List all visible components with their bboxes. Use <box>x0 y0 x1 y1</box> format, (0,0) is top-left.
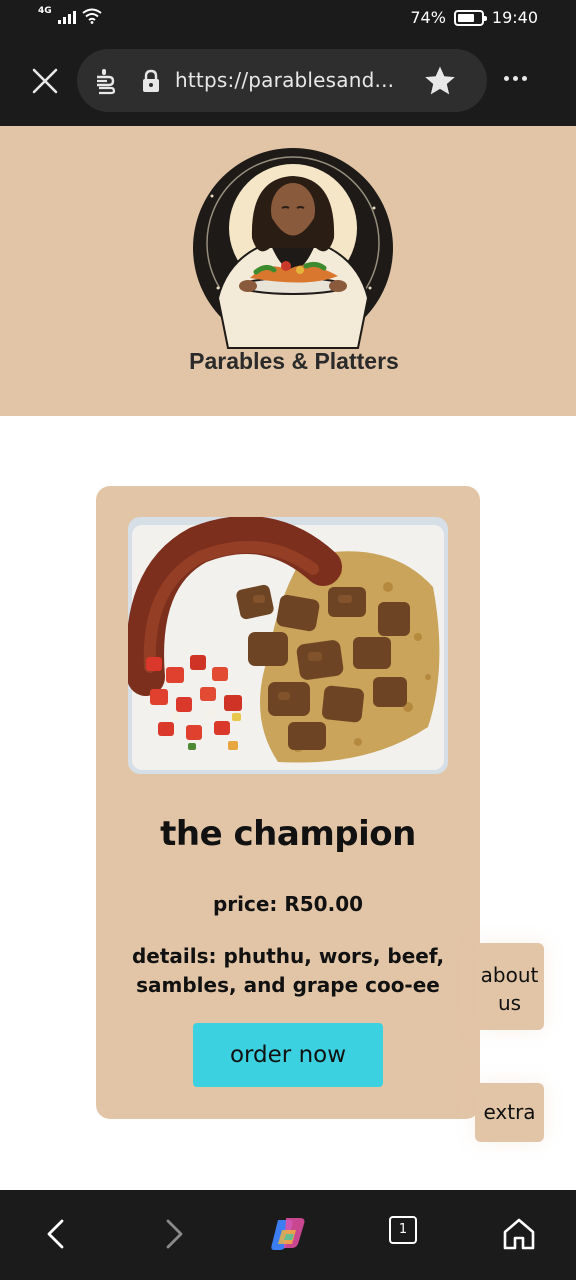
home-icon[interactable] <box>501 1216 537 1252</box>
battery-percent: 74% <box>410 8 446 27</box>
signal-icon <box>57 10 76 24</box>
site-permissions-icon[interactable] <box>93 67 119 95</box>
copilot-icon[interactable] <box>270 1216 306 1252</box>
about-us-button[interactable]: about us <box>475 943 544 1030</box>
network-type: 4G <box>38 6 52 16</box>
price: price: R50.00 <box>212 892 364 916</box>
logo[interactable] <box>188 148 398 350</box>
signal-group: 4G <box>38 6 102 24</box>
food-photo <box>128 517 448 774</box>
wifi-icon <box>82 8 102 24</box>
lock-icon <box>143 69 159 92</box>
battery-icon <box>453 9 487 26</box>
product-card: the champion price: R50.00 details: phut… <box>96 486 480 1119</box>
url-text[interactable]: https://parablesand... <box>175 68 405 92</box>
address-bar[interactable]: https://parablesand... <box>77 49 487 112</box>
extra-button[interactable]: extra <box>475 1083 544 1142</box>
dish-details: details: phuthu, wors, beef, sambles, an… <box>131 944 445 997</box>
order-now-button[interactable]: order now <box>193 1023 383 1087</box>
clock: 19:40 <box>491 8 538 27</box>
bottom-nav: 1 <box>0 1190 576 1280</box>
tabs-icon[interactable]: 1 <box>389 1216 425 1252</box>
close-icon[interactable] <box>28 64 62 98</box>
star-icon[interactable] <box>423 65 457 97</box>
tab-count: 1 <box>389 1216 417 1244</box>
dish-title: the champion <box>160 814 416 854</box>
back-icon[interactable] <box>38 1216 74 1252</box>
site-header: Parables & Platters <box>0 126 576 416</box>
forward-icon[interactable] <box>156 1216 192 1252</box>
brand-name: Parables & Platters <box>189 348 399 374</box>
status-right: 74% 19:40 <box>410 8 538 27</box>
battery-level <box>457 13 475 22</box>
status-bar: 4G 74% 19:40 <box>0 0 576 38</box>
more-icon[interactable] <box>504 76 527 81</box>
browser-toolbar: https://parablesand... <box>0 38 576 126</box>
